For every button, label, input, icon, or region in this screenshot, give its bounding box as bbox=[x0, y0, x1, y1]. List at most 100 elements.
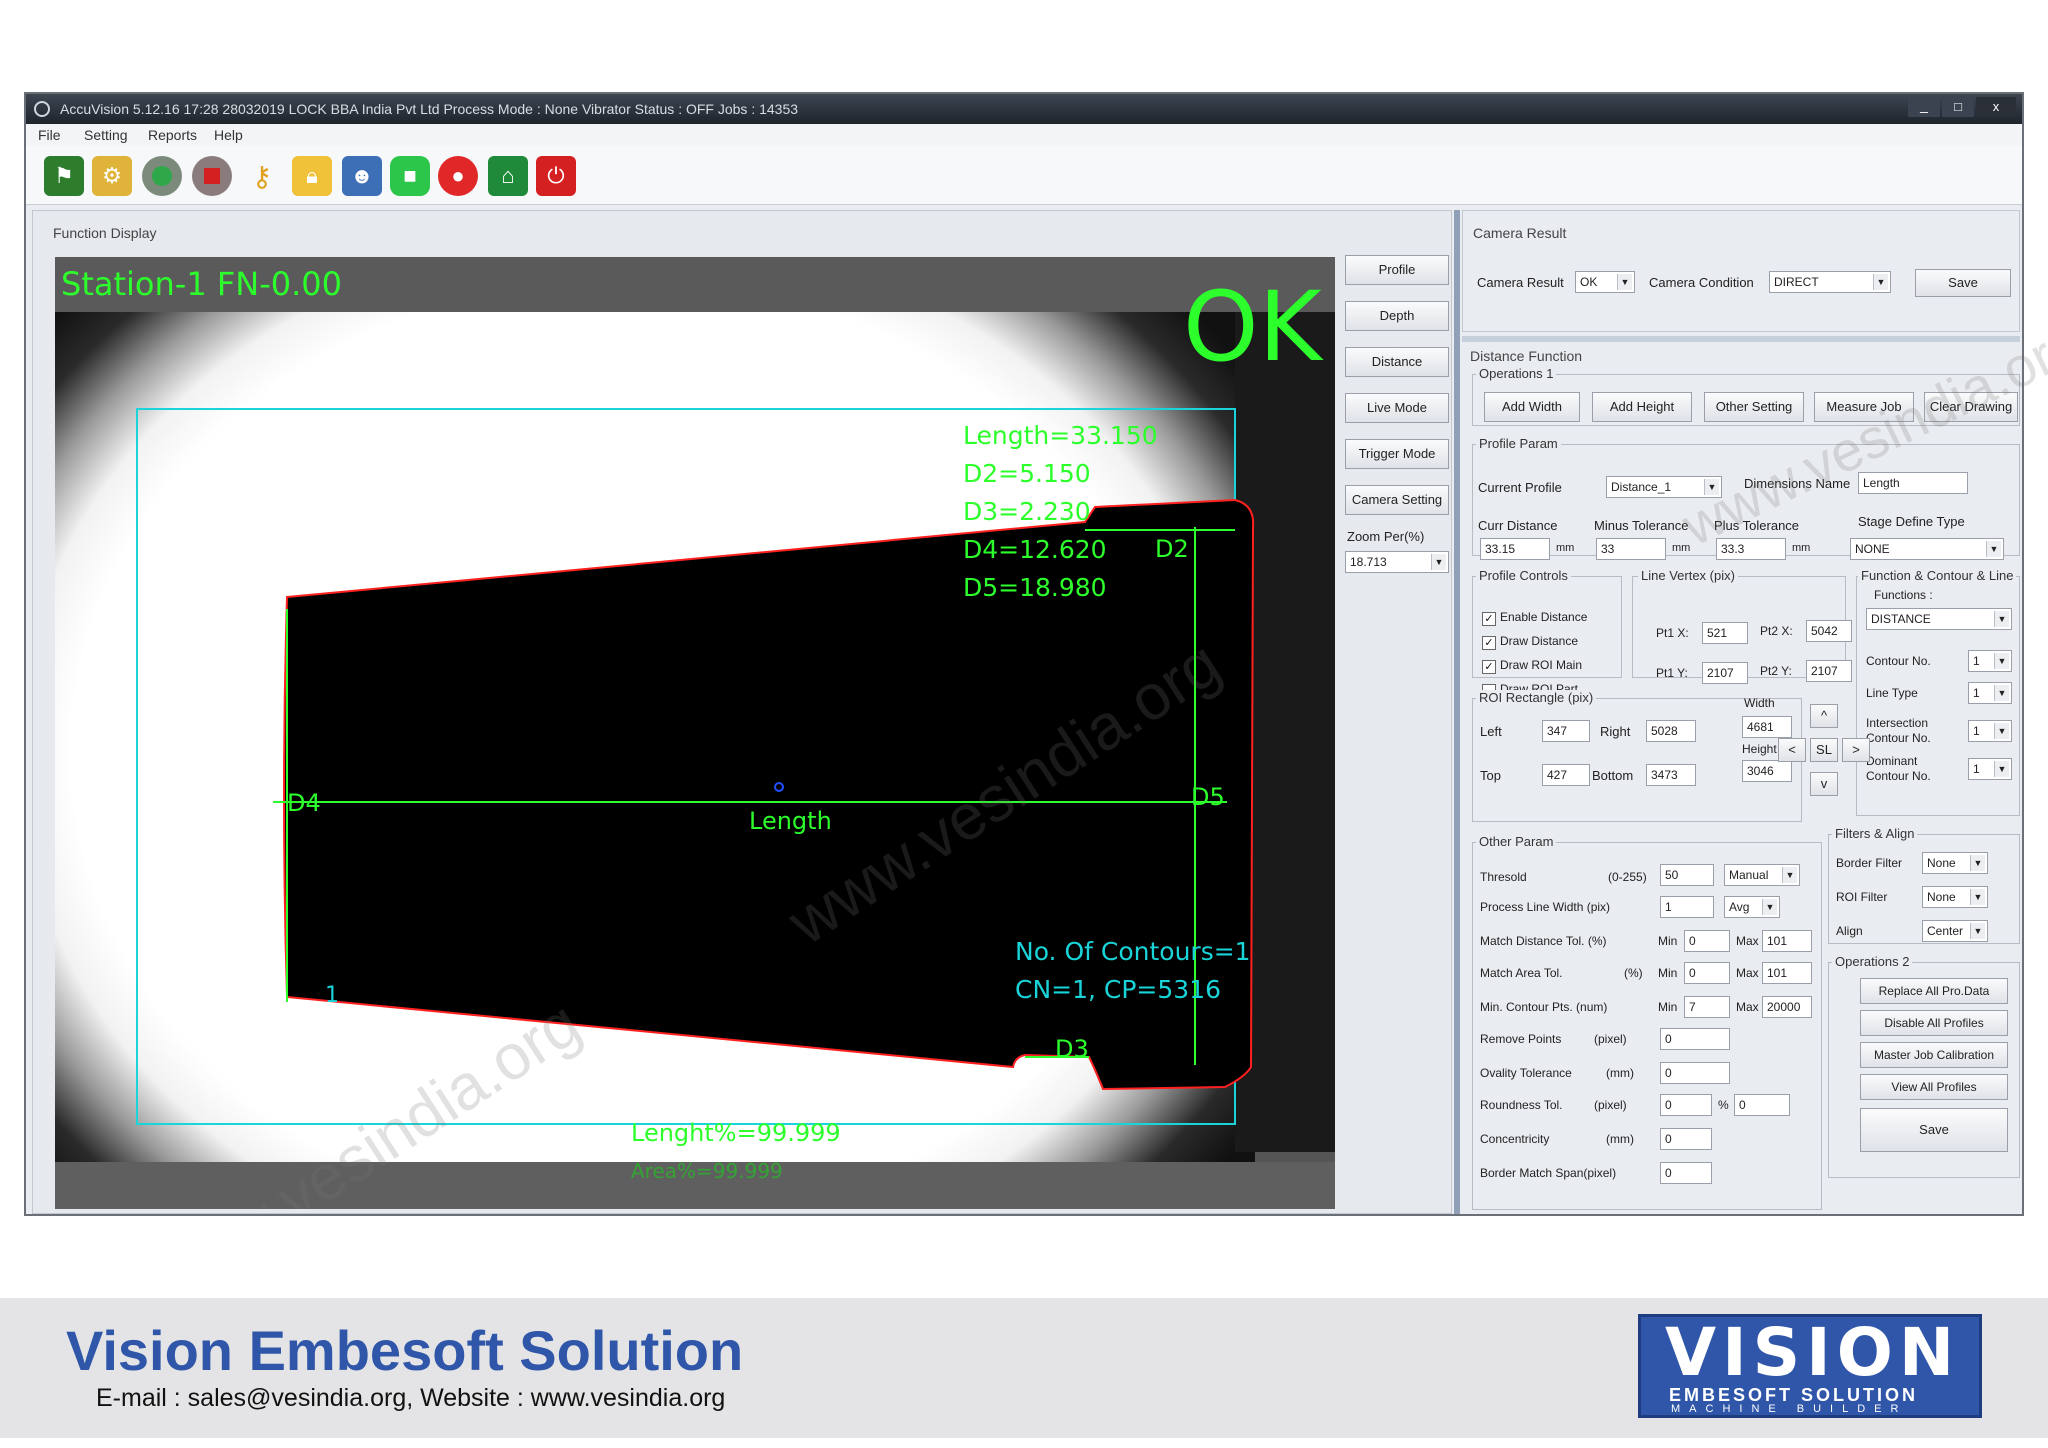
camera-view[interactable]: Station-1 FN-0.00 OK Length=33.150 D2=5.… bbox=[55, 257, 1335, 1209]
roi-filter-label: ROI Filter bbox=[1836, 890, 1888, 904]
record-icon[interactable]: ● bbox=[438, 156, 478, 196]
operations-save-button[interactable]: Save bbox=[1860, 1108, 2008, 1152]
master-job-calibration-button[interactable]: Master Job Calibration bbox=[1860, 1042, 2008, 1068]
camera-setting-button[interactable]: Camera Setting bbox=[1345, 485, 1449, 515]
remove-points-input[interactable]: 0 bbox=[1660, 1028, 1730, 1050]
app-icon bbox=[34, 101, 50, 117]
match-area-max-input[interactable]: 101 bbox=[1762, 962, 1812, 984]
minimize-button[interactable]: _ bbox=[1908, 97, 1940, 117]
other-setting-button[interactable]: Other Setting bbox=[1704, 392, 1804, 422]
pt2x-input[interactable]: 5042 bbox=[1806, 620, 1852, 642]
play-icon[interactable] bbox=[142, 156, 182, 196]
flag-icon[interactable]: ⚑ bbox=[44, 156, 84, 196]
roi-filter-select[interactable]: None ▼ bbox=[1922, 886, 1988, 908]
station-label: Station-1 FN-0.00 bbox=[61, 265, 342, 303]
home-icon[interactable]: ⌂ bbox=[488, 156, 528, 196]
draw-distance-checkbox[interactable]: ✓ bbox=[1482, 636, 1496, 650]
ovality-tolerance-input[interactable]: 0 bbox=[1660, 1062, 1730, 1084]
camera-result-select[interactable]: OK ▼ bbox=[1575, 271, 1635, 293]
replace-all-pro-data-button[interactable]: Replace All Pro.Data bbox=[1860, 978, 2008, 1004]
menu-help[interactable]: Help bbox=[214, 124, 243, 146]
match-distance-max-input[interactable]: 101 bbox=[1762, 930, 1812, 952]
contour-info: No. Of Contours=1 CN=1, CP=5316 bbox=[1015, 933, 1251, 1009]
process-line-mode-select[interactable]: Avg ▼ bbox=[1724, 896, 1780, 918]
disable-all-profiles-button[interactable]: Disable All Profiles bbox=[1860, 1010, 2008, 1036]
d5-label: D5 bbox=[1191, 783, 1225, 811]
roi-right-input[interactable]: 5028 bbox=[1646, 720, 1696, 742]
roi-height-input[interactable]: 3046 bbox=[1742, 760, 1792, 782]
trigger-mode-button[interactable]: Trigger Mode bbox=[1345, 439, 1449, 469]
functions-select[interactable]: DISTANCE ▼ bbox=[1866, 608, 2012, 630]
distance-button[interactable]: Distance bbox=[1345, 347, 1449, 377]
match-area-min-input[interactable]: 0 bbox=[1684, 962, 1730, 984]
measurement-d2: D2=5.150 bbox=[963, 459, 1091, 488]
threshold-input[interactable]: 50 bbox=[1660, 864, 1714, 886]
key-icon[interactable]: ⚷ bbox=[242, 156, 282, 196]
minus-tolerance-input[interactable]: 33 bbox=[1596, 538, 1666, 560]
stage-define-select[interactable]: NONE ▼ bbox=[1850, 538, 2004, 560]
add-width-button[interactable]: Add Width bbox=[1484, 392, 1580, 422]
border-filter-select[interactable]: None ▼ bbox=[1922, 852, 1988, 874]
pt1x-input[interactable]: 521 bbox=[1702, 622, 1748, 644]
curr-distance-input[interactable]: 33.15 bbox=[1480, 538, 1550, 560]
move-down-button[interactable]: v bbox=[1810, 772, 1838, 796]
minus-tolerance-label: Minus Tolerance bbox=[1594, 518, 1689, 533]
close-button[interactable]: x bbox=[1976, 97, 2016, 117]
intersection-select[interactable]: 1 ▼ bbox=[1968, 720, 2012, 742]
min-contour-max-input[interactable]: 20000 bbox=[1762, 996, 1812, 1018]
power-icon[interactable]: ⏻ bbox=[536, 156, 576, 196]
match-distance-min-input[interactable]: 0 bbox=[1684, 930, 1730, 952]
stage-define-label: Stage Define Type bbox=[1858, 514, 1965, 529]
roundness-percent-input[interactable]: 0 bbox=[1734, 1094, 1790, 1116]
line-type-select[interactable]: 1 ▼ bbox=[1968, 682, 2012, 704]
dominant-select[interactable]: 1 ▼ bbox=[1968, 758, 2012, 780]
min-contour-min-input[interactable]: 7 bbox=[1684, 996, 1730, 1018]
profile-button[interactable]: Profile bbox=[1345, 255, 1449, 285]
video-icon[interactable]: ■ bbox=[390, 156, 430, 196]
threshold-mode-select[interactable]: Manual ▼ bbox=[1724, 864, 1800, 886]
lock-icon[interactable]: 🔒︎ bbox=[292, 156, 332, 196]
camera-condition-select[interactable]: DIRECT ▼ bbox=[1769, 271, 1891, 293]
stop-icon[interactable] bbox=[192, 156, 232, 196]
border-match-span-input[interactable]: 0 bbox=[1660, 1162, 1712, 1184]
pt2y-input[interactable]: 2107 bbox=[1806, 660, 1852, 682]
menu-reports[interactable]: Reports bbox=[148, 124, 197, 146]
roundness-tol-input[interactable]: 0 bbox=[1660, 1094, 1712, 1116]
chevron-down-icon: ▼ bbox=[1994, 761, 2009, 777]
roi-width-input[interactable]: 4681 bbox=[1742, 716, 1792, 738]
dimensions-name-input[interactable]: Length bbox=[1858, 472, 1968, 494]
camera-save-button[interactable]: Save bbox=[1915, 269, 2011, 297]
function-display-panel: Function Display Station-1 FN-0.00 OK Le… bbox=[32, 210, 1452, 1214]
move-right-button[interactable]: > bbox=[1842, 738, 1870, 762]
title-bar: AccuVision 5.12.16 17:28 28032019 LOCK B… bbox=[26, 94, 2022, 124]
process-line-width-input[interactable]: 1 bbox=[1660, 896, 1714, 918]
roi-rectangle-title: ROI Rectangle (pix) bbox=[1476, 690, 1597, 705]
zoom-select[interactable]: 18.713 ▼ bbox=[1345, 551, 1449, 573]
move-left-button[interactable]: < bbox=[1778, 738, 1806, 762]
contour-no-select[interactable]: 1 ▼ bbox=[1968, 650, 2012, 672]
pt1y-input[interactable]: 2107 bbox=[1702, 662, 1748, 684]
user-icon[interactable]: ☻ bbox=[342, 156, 382, 196]
live-mode-button[interactable]: Live Mode bbox=[1345, 393, 1449, 423]
camera-result-section: Camera Result Camera Result OK ▼ Camera C… bbox=[1462, 210, 2020, 332]
align-select[interactable]: Center ▼ bbox=[1922, 920, 1988, 942]
move-up-button[interactable]: ^ bbox=[1810, 704, 1838, 728]
menu-file[interactable]: File bbox=[38, 124, 61, 146]
roi-bottom-input[interactable]: 3473 bbox=[1646, 764, 1696, 786]
menu-setting[interactable]: Setting bbox=[84, 124, 128, 146]
gear-icon[interactable]: ⚙ bbox=[92, 156, 132, 196]
view-all-profiles-button[interactable]: View All Profiles bbox=[1860, 1074, 2008, 1100]
intersection-label: Intersection Contour No. bbox=[1866, 716, 1931, 745]
roi-top-input[interactable]: 427 bbox=[1542, 764, 1590, 786]
add-height-button[interactable]: Add Height bbox=[1592, 392, 1692, 422]
step-size-button[interactable]: SL bbox=[1810, 738, 1838, 762]
enable-distance-checkbox[interactable]: ✓ bbox=[1482, 612, 1496, 626]
concentricity-input[interactable]: 0 bbox=[1660, 1128, 1712, 1150]
splitter[interactable] bbox=[1454, 210, 1460, 1214]
chevron-down-icon: ▼ bbox=[1431, 554, 1446, 570]
roi-left-input[interactable]: 347 bbox=[1542, 720, 1590, 742]
maximize-button[interactable]: □ bbox=[1942, 97, 1974, 117]
depth-button[interactable]: Depth bbox=[1345, 301, 1449, 331]
draw-roi-main-checkbox[interactable]: ✓ bbox=[1482, 660, 1496, 674]
area-percent: Area%=99.999 bbox=[631, 1159, 783, 1183]
